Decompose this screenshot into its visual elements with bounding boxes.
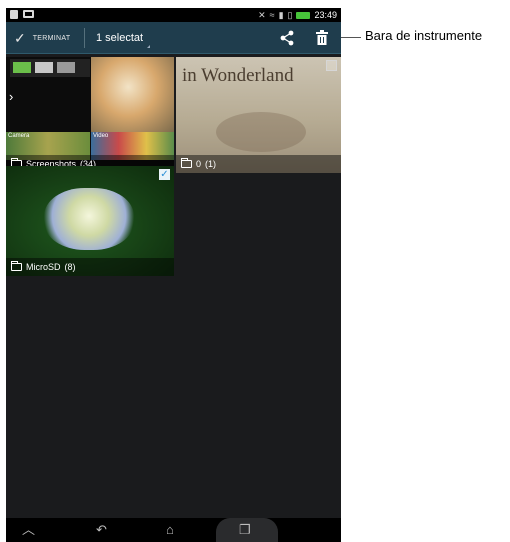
hydrangea-photo (44, 188, 134, 250)
battery-icon (296, 11, 311, 19)
dog-photo-thumb (91, 57, 174, 132)
album-caption: MicroSD (8) (6, 258, 174, 276)
checkmark-icon: ✓ (14, 29, 26, 46)
back-icon[interactable]: ↶ (96, 520, 107, 540)
folder-icon (181, 158, 192, 168)
wifi-icon: ≈ (269, 10, 275, 20)
album-screenshots[interactable]: › Camera Video Screenshots (34) (6, 57, 174, 173)
album-name: MicroSD (26, 262, 61, 272)
video-thumb-label: Video (93, 133, 109, 139)
callout-line (341, 37, 361, 38)
recent-apps-icon[interactable]: ❐ (239, 520, 251, 540)
illustration-shape (216, 112, 306, 152)
folder-icon (11, 261, 22, 271)
dropdown-caret-icon (147, 45, 150, 48)
callout-label: Bara de instrumente (365, 28, 483, 43)
mail-icon (23, 10, 34, 18)
select-checkbox[interactable] (326, 60, 337, 71)
action-bar-divider (84, 28, 85, 48)
album-microsd[interactable]: ✓ MicroSD (8) (6, 166, 174, 276)
signal-icon: ▮ (278, 10, 284, 20)
camera-thumb-label: Camera (8, 133, 30, 139)
album-0[interactable]: in Wonderland 0 (1) (176, 57, 341, 173)
tablet-screen: ✕ ≈ ▮ ▯ 23:49 ✓ TERMINAT 1 selectat › Ca… (6, 8, 341, 542)
chevron-right-icon: › (9, 89, 14, 104)
clock: 23:49 (314, 10, 337, 20)
status-bar: ✕ ≈ ▮ ▯ 23:49 (6, 8, 341, 22)
album-count: (1) (205, 159, 217, 169)
done-label: TERMINAT (32, 34, 71, 42)
wonderland-text: in Wonderland (182, 65, 294, 86)
navigation-bar: ︿ ↶ ⌂ ❐ (6, 518, 341, 542)
trash-icon[interactable] (315, 30, 329, 46)
no-sim-icon: ▯ (287, 10, 293, 20)
album-count: (8) (64, 262, 76, 272)
select-checkbox-checked[interactable]: ✓ (159, 169, 170, 180)
mute-icon: ✕ (258, 10, 266, 20)
home-icon[interactable]: ⌂ (166, 520, 174, 540)
document-icon (10, 10, 18, 19)
album-caption: 0 (1) (176, 155, 341, 173)
up-icon[interactable]: ︿ (22, 520, 35, 540)
album-name: 0 (196, 159, 202, 169)
preview-thumb (10, 59, 90, 77)
done-button[interactable]: ✓ TERMINAT (14, 22, 70, 54)
selection-count-dropdown[interactable]: 1 selectat (96, 22, 143, 54)
action-bar: ✓ TERMINAT 1 selectat (6, 22, 341, 54)
share-icon[interactable] (279, 30, 295, 46)
